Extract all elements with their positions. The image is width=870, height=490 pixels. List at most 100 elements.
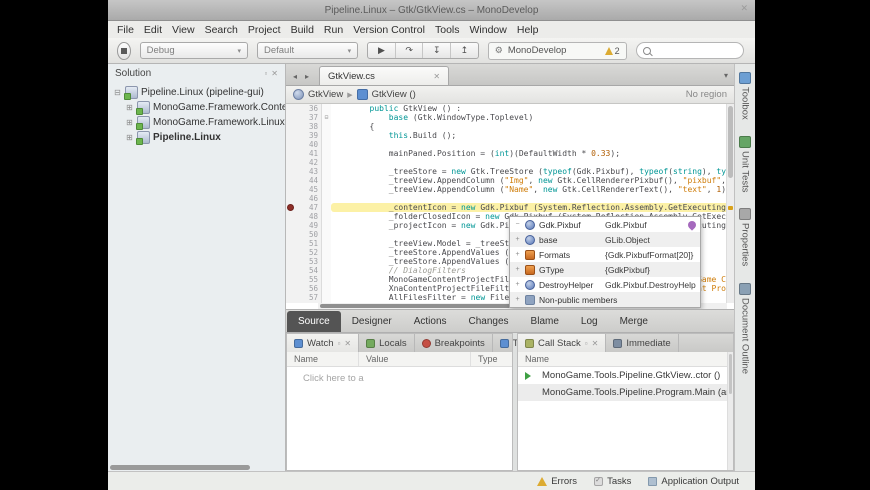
scrollbar-thumb[interactable] xyxy=(728,106,733,178)
code-line-44[interactable]: 44 _treeView.AppendColumn ("Img", new Gt… xyxy=(286,176,727,185)
tab-close-icon[interactable]: ✕ xyxy=(419,72,440,81)
expand-icon[interactable]: + xyxy=(514,236,521,243)
breakpoint-margin[interactable] xyxy=(286,230,296,239)
global-search[interactable] xyxy=(636,42,744,59)
dock-tab-properties[interactable]: Properties xyxy=(739,208,751,266)
editor-vscrollbar[interactable] xyxy=(726,104,734,303)
breakpoint-margin[interactable] xyxy=(286,221,296,230)
view-tab-log[interactable]: Log xyxy=(570,310,609,332)
step-over-button[interactable]: ↷ xyxy=(396,43,424,58)
tab-scroll-right-icon[interactable]: ▸ xyxy=(301,72,313,85)
pad-tab-call-stack[interactable]: Call Stack▫✕ xyxy=(518,334,606,352)
code-text[interactable]: public GtkView () : xyxy=(331,104,727,113)
breakpoint-margin[interactable] xyxy=(286,239,296,248)
menu-tools[interactable]: Tools xyxy=(435,24,460,36)
breakpoint-margin[interactable] xyxy=(286,284,296,293)
dock-minimize-icon[interactable]: ▫ xyxy=(585,339,588,348)
breakpoint-margin[interactable] xyxy=(286,167,296,176)
expand-icon[interactable]: ⊞ xyxy=(125,103,134,112)
collapse-icon[interactable]: − xyxy=(514,221,521,228)
dock-tab-toolbox[interactable]: Toolbox xyxy=(739,72,751,120)
solution-hscrollbar[interactable] xyxy=(108,464,285,471)
menu-help[interactable]: Help xyxy=(517,24,539,36)
expand-icon[interactable]: + xyxy=(514,296,521,303)
add-watch-placeholder[interactable]: Click here to a xyxy=(287,367,512,384)
collapse-icon[interactable]: ⊟ xyxy=(113,88,122,97)
stop-button[interactable] xyxy=(117,42,131,60)
column-header-name[interactable]: Name xyxy=(518,352,733,366)
code-text[interactable]: this.Build (); xyxy=(331,131,727,140)
breakpoint-margin[interactable] xyxy=(286,275,296,284)
configuration-selector[interactable]: Debug ▾ xyxy=(140,42,248,59)
menu-version-control[interactable]: Version Control xyxy=(353,24,425,36)
solution-tree-item-monogame-framework-content-pipeline[interactable]: ⊞MonoGame.Framework.Content.Pipeline xyxy=(108,100,285,115)
tab-gtkview-cs[interactable]: GtkView.cs ✕ xyxy=(319,66,449,85)
column-header-value[interactable]: Value xyxy=(359,352,471,366)
code-line-38[interactable]: 38 { xyxy=(286,122,727,131)
menu-window[interactable]: Window xyxy=(470,24,507,36)
breakpoint-margin[interactable] xyxy=(286,185,296,194)
view-tab-source[interactable]: Source xyxy=(287,311,341,332)
menu-search[interactable]: Search xyxy=(205,24,238,36)
code-line-37[interactable]: 37⊟ base (Gtk.WindowType.Toplevel) xyxy=(286,113,727,122)
code-text[interactable]: _treeStore = new Gtk.TreeStore (typeof(G… xyxy=(331,167,727,176)
code-line-41[interactable]: 41 mainPaned.Position = (int)(DefaultWid… xyxy=(286,149,727,158)
breakpoint-margin[interactable] xyxy=(286,257,296,266)
expand-icon[interactable]: + xyxy=(514,281,521,288)
scrollbar-thumb[interactable] xyxy=(729,354,732,394)
view-tab-changes[interactable]: Changes xyxy=(458,310,520,332)
view-tab-blame[interactable]: Blame xyxy=(520,310,570,332)
code-text[interactable]: _contentIcon = new Gdk.Pixbuf (System.Re… xyxy=(331,203,727,212)
titlebar[interactable]: Pipeline.Linux – Gtk/GtkView.cs – MonoDe… xyxy=(108,0,755,21)
solution-tree-item-pipeline-linux-pipeline-gui[interactable]: ⊟Pipeline.Linux (pipeline-gui) xyxy=(108,85,285,100)
column-header-type[interactable]: Type xyxy=(471,352,512,366)
pad-tab-locals[interactable]: Locals xyxy=(359,334,414,352)
code-text[interactable] xyxy=(331,194,727,203)
pad-tab-watch[interactable]: Watch▫✕ xyxy=(287,334,359,352)
breakpoint-margin[interactable] xyxy=(286,140,296,149)
tab-list-dropdown-icon[interactable]: ▾ xyxy=(718,71,734,85)
statusbar-errors[interactable]: Errors xyxy=(537,476,577,487)
dock-close-icon[interactable]: ✕ xyxy=(592,339,599,348)
breakpoint-margin[interactable] xyxy=(286,122,296,131)
expand-icon[interactable]: ⊞ xyxy=(125,118,134,127)
code-text[interactable] xyxy=(331,158,727,167)
code-line-46[interactable]: 46 xyxy=(286,194,727,203)
code-text[interactable] xyxy=(331,140,727,149)
expand-icon[interactable]: ⊞ xyxy=(125,133,134,142)
expand-icon[interactable]: + xyxy=(514,266,521,273)
statusbar-tasks[interactable]: Tasks xyxy=(594,476,631,487)
view-tab-actions[interactable]: Actions xyxy=(403,310,458,332)
watch-body[interactable]: Click here to a xyxy=(287,367,512,470)
code-text[interactable]: base (Gtk.WindowType.Toplevel) xyxy=(331,113,727,122)
pin-icon[interactable] xyxy=(686,219,697,230)
code-line-36[interactable]: 36 public GtkView () : xyxy=(286,104,727,113)
fold-collapse-icon[interactable]: ⊟ xyxy=(322,113,331,122)
step-out-button[interactable]: ↥ xyxy=(451,43,478,58)
breakpoint-margin[interactable] xyxy=(286,302,296,303)
view-tab-designer[interactable]: Designer xyxy=(341,310,403,332)
breakpoint-margin[interactable] xyxy=(286,293,296,302)
platform-selector[interactable]: Default ▾ xyxy=(257,42,358,59)
search-input[interactable] xyxy=(655,45,737,57)
breakpoint-margin[interactable] xyxy=(286,149,296,158)
menu-project[interactable]: Project xyxy=(248,24,281,36)
breakpoint-margin[interactable] xyxy=(286,176,296,185)
expand-icon[interactable]: + xyxy=(514,251,521,258)
scrollbar-thumb[interactable] xyxy=(110,465,250,470)
code-text[interactable]: _treeView.AppendColumn ("Img", new Gtk.C… xyxy=(331,176,727,185)
view-tab-merge[interactable]: Merge xyxy=(609,310,659,332)
breakpoint-margin[interactable] xyxy=(286,113,296,122)
breakpoint-margin[interactable] xyxy=(286,104,296,113)
continue-button[interactable]: ▶ xyxy=(368,43,396,58)
dock-tab-unit-tests[interactable]: Unit Tests xyxy=(739,136,751,193)
close-icon[interactable]: ✕ xyxy=(740,3,748,14)
breakpoint-margin[interactable] xyxy=(286,248,296,257)
stack-frame[interactable]: MonoGame.Tools.Pipeline.Program.Main (ar… xyxy=(518,384,733,401)
callstack-vscrollbar[interactable] xyxy=(727,352,733,470)
stack-frame[interactable]: MonoGame.Tools.Pipeline.GtkView..ctor () xyxy=(518,367,733,384)
code-line-47[interactable]: 47 _contentIcon = new Gdk.Pixbuf (System… xyxy=(286,203,727,212)
tooltip-row-non-public-members[interactable]: +Non-public members xyxy=(510,292,700,307)
menu-view[interactable]: View xyxy=(172,24,195,36)
statusbar-application-output[interactable]: Application Output xyxy=(648,476,739,487)
